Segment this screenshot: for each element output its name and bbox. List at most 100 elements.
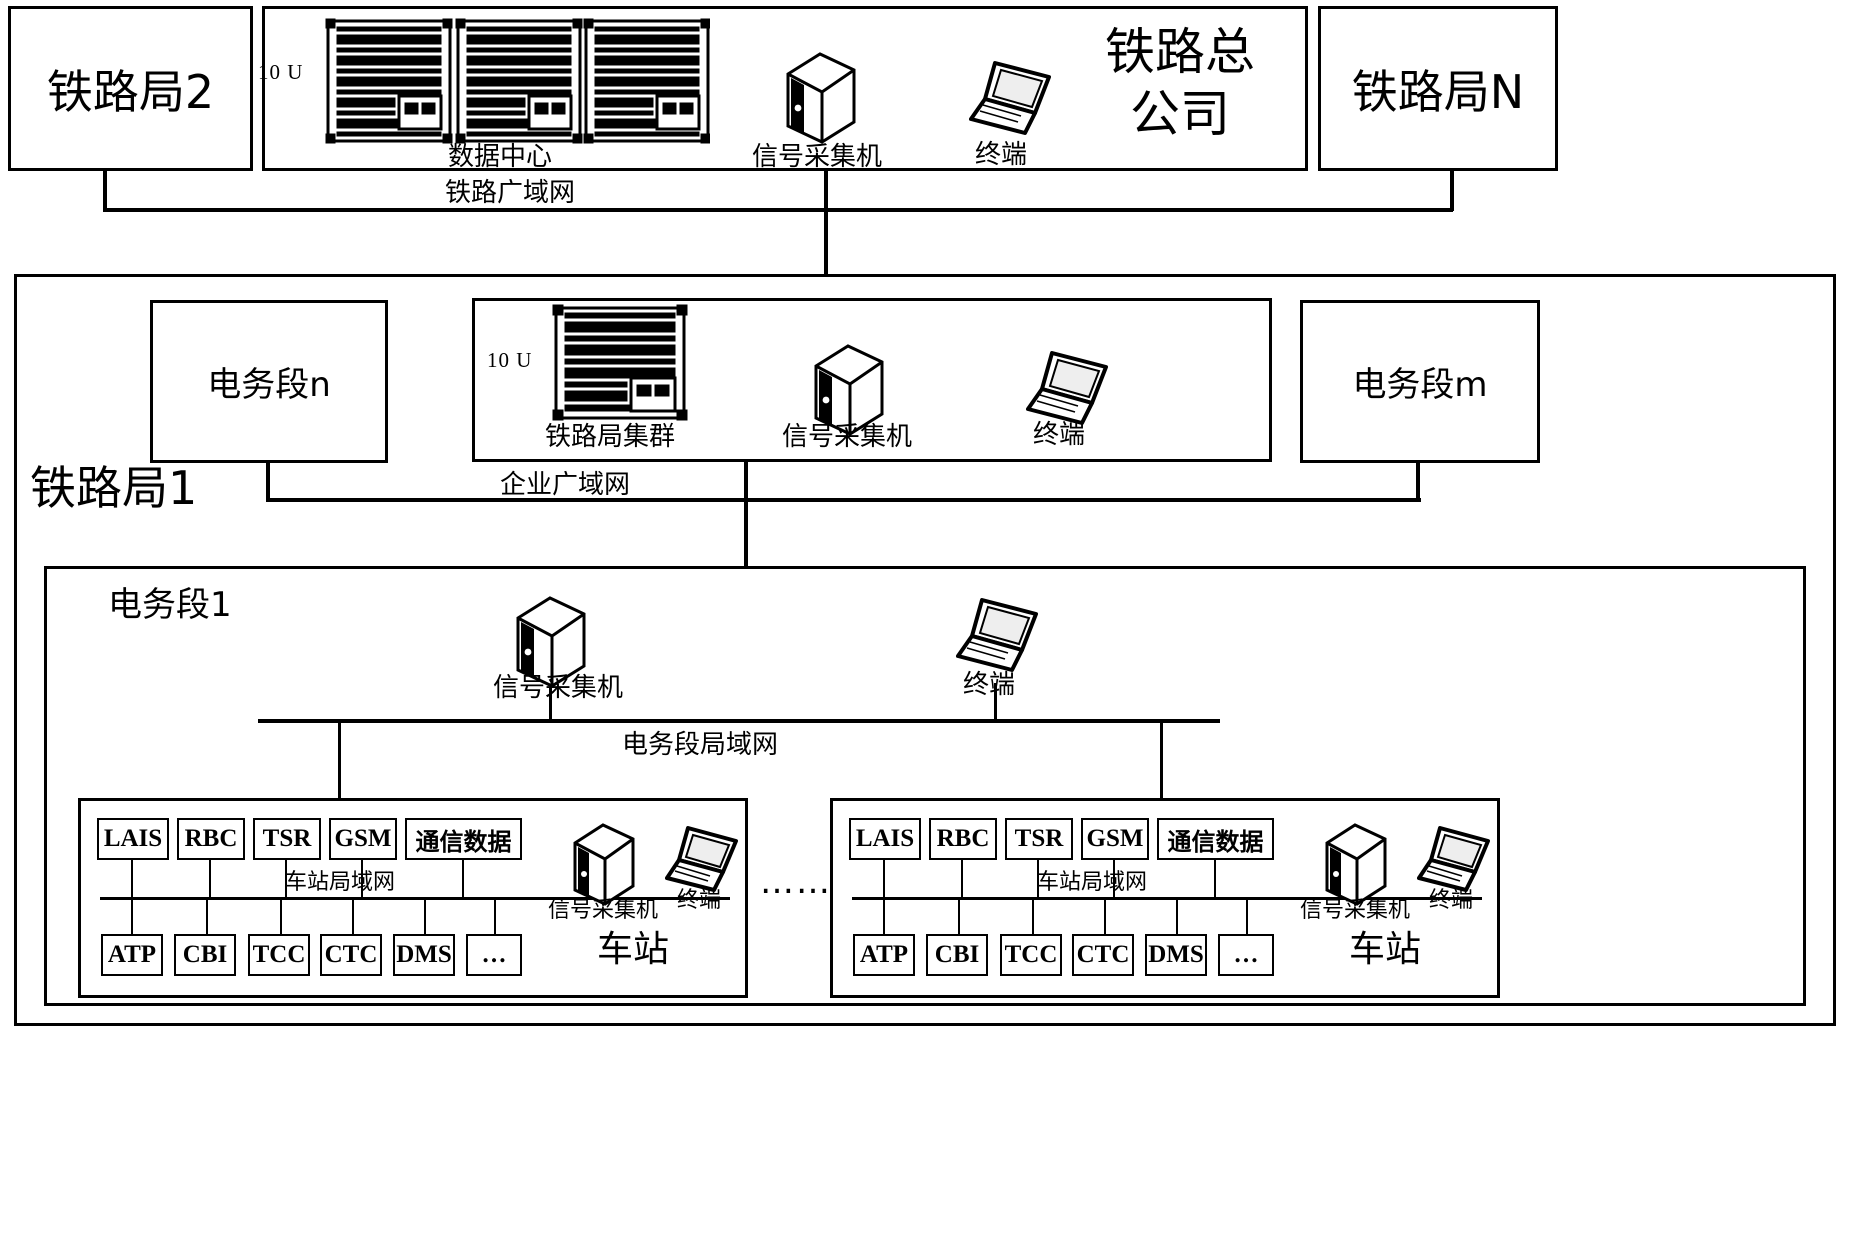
station-1-name: 车站 <box>597 929 670 970</box>
station-1-module-ctc[interactable]: CTC <box>320 934 382 976</box>
module-label: TSR <box>262 825 312 852</box>
station-2-module-ctc[interactable]: CTC <box>1072 934 1134 976</box>
rack-height-label-bureau: 10 U <box>487 348 533 372</box>
station-1-module-tsr[interactable]: TSR <box>253 818 321 860</box>
node-bureau1-label: 铁路局1 <box>30 461 198 515</box>
railway-wan-label: 铁路广域网 <box>445 178 576 208</box>
station-2-module-gsm[interactable]: GSM <box>1081 818 1149 860</box>
station-2-module-comm-data[interactable]: 通信数据 <box>1157 818 1274 860</box>
station-2-module-rbc[interactable]: RBC <box>929 818 997 860</box>
station-2-module-dms[interactable]: DMS <box>1145 934 1207 976</box>
module-label: 通信数据 <box>1167 827 1264 856</box>
station-2-module-atp[interactable]: ATP <box>853 934 915 976</box>
module-label: TCC <box>1004 941 1058 968</box>
module-label: DMS <box>396 941 452 968</box>
node-bureauN-label: 铁路局N <box>1351 64 1525 119</box>
station-1-module-more[interactable]: … <box>466 934 522 976</box>
signal-collector-label-bureau: 信号采集机 <box>782 422 913 452</box>
data-center-rack-group <box>325 18 711 146</box>
bus-railway-wan <box>103 208 1453 212</box>
module-label: … <box>1233 941 1259 968</box>
module-label: LAIS <box>855 825 915 852</box>
depot-lan-label: 电务段局域网 <box>622 730 779 760</box>
station-2-module-tsr[interactable]: TSR <box>1005 818 1073 860</box>
node-depot-n-label: 电务段n <box>207 365 331 405</box>
station-1-module-lais[interactable]: LAIS <box>97 818 169 860</box>
link-depot-m-to-ewan <box>1416 463 1420 501</box>
station-1-module-rbc[interactable]: RBC <box>177 818 245 860</box>
link-station2-commdata <box>1214 860 1216 899</box>
signal-collector-label-depot1: 信号采集机 <box>493 673 624 703</box>
link-depot-lan-to-station1 <box>338 719 341 801</box>
link-station1-dms <box>424 897 426 936</box>
link-station2-dms <box>1176 897 1178 936</box>
link-depot1-terminal-to-lan <box>994 683 997 721</box>
link-headcompany-to-wan <box>824 171 828 211</box>
head-company-label: 铁路总 公司 <box>1105 22 1255 144</box>
rack-height-label-top: 10 U <box>258 60 304 84</box>
link-station2-ctc <box>1104 897 1106 936</box>
terminal-label-station-1: 终端 <box>677 888 722 913</box>
module-label: RBC <box>936 825 990 852</box>
bus-enterprise-wan <box>266 498 1421 502</box>
station-1-module-atp[interactable]: ATP <box>101 934 163 976</box>
module-label: RBC <box>184 825 238 852</box>
terminal-icon-top <box>963 55 1059 145</box>
link-station2-rbc <box>961 860 963 899</box>
station-1-module-comm-data[interactable]: 通信数据 <box>405 818 522 860</box>
link-wan-to-bureau1 <box>824 208 828 276</box>
link-depot1-collector-to-lan <box>549 688 552 721</box>
module-label: DMS <box>1148 941 1204 968</box>
link-bureau2-to-wan <box>103 171 107 211</box>
link-station2-atp <box>883 897 885 936</box>
module-label: TCC <box>252 941 306 968</box>
link-station2-lais <box>883 860 885 899</box>
bureau-cluster-label: 铁路局集群 <box>545 422 676 452</box>
station-2-module-more[interactable]: … <box>1218 934 1274 976</box>
bus-depot-lan <box>258 719 1220 723</box>
link-station1-rbc <box>209 860 211 899</box>
node-depot-m-label: 电务段m <box>1352 365 1488 405</box>
link-station1-lais <box>131 860 133 899</box>
link-station1-more <box>494 897 496 936</box>
enterprise-wan-label: 企业广域网 <box>500 470 631 500</box>
station-1-module-dms[interactable]: DMS <box>393 934 455 976</box>
terminal-icon-depot1 <box>950 592 1046 682</box>
station-1-module-tcc[interactable]: TCC <box>248 934 310 976</box>
module-label: TSR <box>1014 825 1064 852</box>
terminal-label-top: 终端 <box>975 140 1028 170</box>
signal-collector-label-station-2: 信号采集机 <box>1300 898 1411 923</box>
panel-depot1-label: 电务段1 <box>108 585 232 625</box>
module-label: ATP <box>107 941 157 968</box>
node-bureau2-label: 铁路局2 <box>46 64 215 119</box>
module-label: GSM <box>334 825 392 852</box>
link-bureauN-to-wan <box>1450 171 1454 211</box>
data-center-label: 数据中心 <box>448 142 553 172</box>
link-depot-lan-to-station2 <box>1160 719 1163 801</box>
station-2-module-cbi[interactable]: CBI <box>926 934 988 976</box>
station-2-lan-label: 车站局域网 <box>1037 870 1148 895</box>
module-label: CBI <box>182 941 228 968</box>
station-1-module-cbi[interactable]: CBI <box>174 934 236 976</box>
diagram-canvas: 铁路局2 10 U 数据中心 信号采集机 终端 铁路总 公司 铁路局N 铁路广域… <box>0 0 1851 1240</box>
module-label: CTC <box>324 941 378 968</box>
link-station1-atp <box>131 897 133 936</box>
station-2-module-tcc[interactable]: TCC <box>1000 934 1062 976</box>
module-label: ATP <box>859 941 909 968</box>
link-station2-more <box>1246 897 1248 936</box>
link-station1-ctc <box>352 897 354 936</box>
module-label: CTC <box>1076 941 1130 968</box>
bureau-cluster-rack <box>551 304 691 422</box>
module-label: 通信数据 <box>415 827 512 856</box>
station-1-module-gsm[interactable]: GSM <box>329 818 397 860</box>
station-2-name: 车站 <box>1349 929 1422 970</box>
link-station1-tcc <box>280 897 282 936</box>
module-label: … <box>481 941 507 968</box>
station-2-module-lais[interactable]: LAIS <box>849 818 921 860</box>
link-ewan-to-depot1 <box>744 498 748 566</box>
link-cluster-to-ewan <box>744 462 748 502</box>
signal-collector-icon-top <box>782 48 860 146</box>
terminal-label-depot1: 终端 <box>963 670 1016 700</box>
signal-collector-icon-station-2 <box>1322 820 1390 908</box>
module-label: GSM <box>1086 825 1144 852</box>
